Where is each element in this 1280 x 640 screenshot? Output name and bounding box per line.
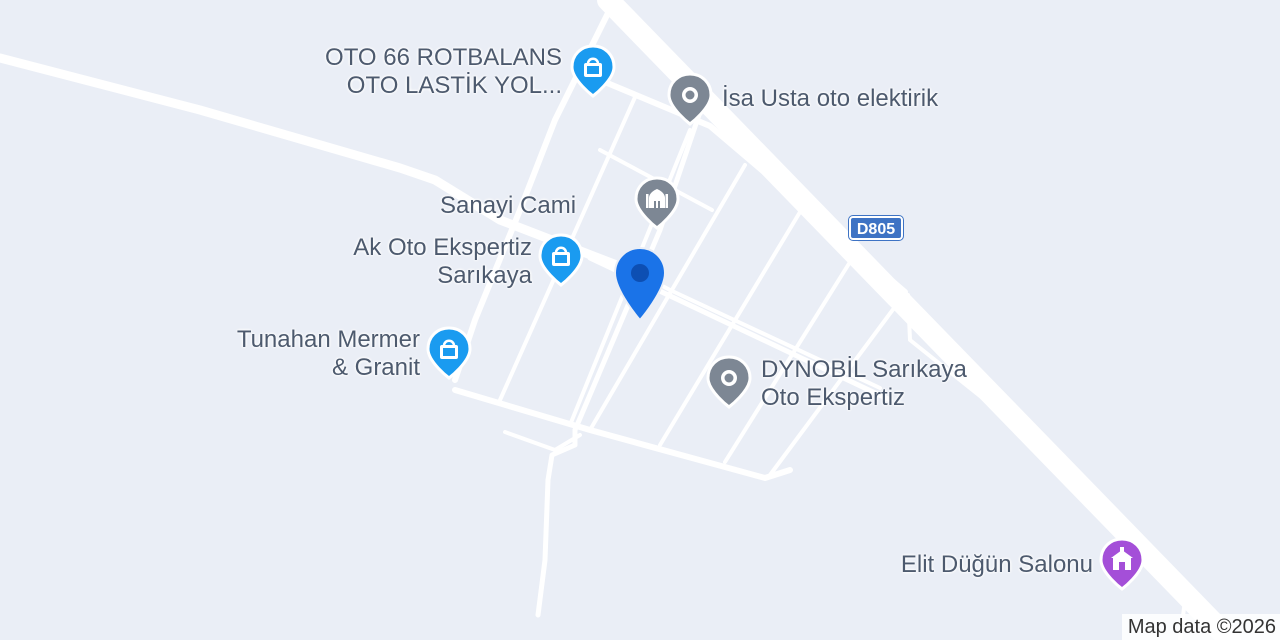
- place-label-sanayi[interactable]: Sanayi Cami: [440, 192, 576, 220]
- place-label-line: Elit Düğün Salonu: [900, 551, 1093, 578]
- selected-location-pin[interactable]: [612, 246, 668, 324]
- shopping-bag-icon[interactable]: [425, 326, 473, 382]
- place-dot-icon[interactable]: [666, 72, 714, 128]
- place-label-line: Ak Oto Ekspertiz: [353, 234, 532, 261]
- place-label-line: Oto Ekspertiz: [761, 384, 906, 411]
- place-label-line: Sanayi Cami: [440, 192, 577, 219]
- place-label-oto66[interactable]: OTO 66 ROTBALANS OTO LASTİK YOL...: [300, 44, 562, 100]
- mosque-icon[interactable]: [633, 176, 681, 232]
- map-canvas[interactable]: D805 OTO 66 ROTBALANS OTO LASTİK YOL... …: [0, 0, 1280, 640]
- place-label-line: Tunahan Mermer: [236, 326, 420, 353]
- place-label-line: & Granit: [331, 354, 420, 381]
- shopping-bag-icon[interactable]: [537, 233, 585, 289]
- shopping-bag-icon[interactable]: [569, 44, 617, 100]
- place-label-dynobil[interactable]: DYNOBİL Sarıkaya Oto Ekspertiz: [761, 356, 967, 412]
- place-label-akoto[interactable]: Ak Oto Ekspertiz Sarıkaya: [300, 234, 532, 290]
- place-label-tunahan[interactable]: Tunahan Mermer & Granit: [180, 326, 420, 382]
- map-attribution: Map data ©2026: [1121, 614, 1280, 640]
- place-label-line: OTO 66 ROTBALANS: [325, 44, 562, 71]
- place-label-line: DYNOBİL Sarıkaya: [761, 356, 967, 383]
- wedding-hall-icon[interactable]: [1098, 537, 1146, 593]
- place-label-line: İsa Usta oto elektirik: [722, 85, 939, 112]
- place-label-line: OTO LASTİK YOL...: [346, 72, 562, 99]
- place-label-line: Sarıkaya: [437, 262, 532, 289]
- place-label-isa[interactable]: İsa Usta oto elektirik: [722, 85, 938, 113]
- place-dot-icon[interactable]: [705, 355, 753, 411]
- road-shield-d805: D805: [849, 216, 903, 240]
- place-label-elit[interactable]: Elit Düğün Salonu: [840, 551, 1093, 579]
